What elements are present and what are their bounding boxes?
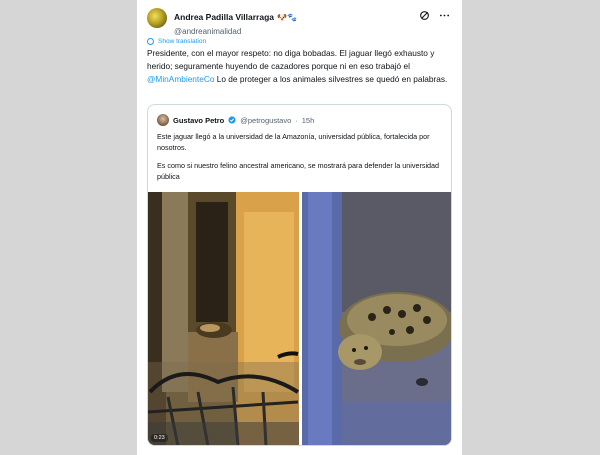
quote-text: Este jaguar llegó a la universidad de la…: [157, 132, 442, 190]
author-display-name[interactable]: Andrea Padilla Villarraga: [174, 12, 274, 22]
quote-handle[interactable]: @petrogustavo: [240, 116, 291, 125]
header-actions: [418, 9, 450, 21]
quote-separator: ·: [295, 115, 298, 125]
author-handle[interactable]: @andreanimalidad: [174, 27, 297, 36]
author-emoji: 🐶🐾: [277, 13, 297, 22]
left-gutter: [0, 0, 137, 455]
quote-avatar[interactable]: [157, 114, 169, 126]
quote-header: Gustavo Petro @petrogustavo · 15h: [157, 114, 314, 126]
tweet-text-part1: Presidente, con el mayor respeto: no dig…: [147, 48, 435, 71]
grok-icon[interactable]: [418, 9, 430, 21]
quote-display-name[interactable]: Gustavo Petro: [173, 116, 224, 125]
mention-link[interactable]: @MinAmbienteCo: [147, 74, 214, 84]
avatar[interactable]: [147, 8, 167, 28]
video-timestamp: 0:23: [151, 434, 168, 442]
quote-media[interactable]: 0:23: [148, 192, 451, 445]
media-image-jaguar[interactable]: [302, 192, 451, 445]
tweet-header: Andrea Padilla Villarraga 🐶🐾 @andreanimal…: [147, 6, 452, 36]
verified-badge-icon: [228, 116, 236, 124]
show-translation-label: Show translation: [158, 38, 207, 45]
right-gutter: [462, 0, 600, 455]
tweet-text-part2: Lo de proteger a los animales silvestres…: [214, 74, 448, 84]
show-translation-link[interactable]: Show translation: [147, 38, 206, 45]
tweet-text: Presidente, con el mayor respeto: no dig…: [147, 47, 452, 86]
more-icon[interactable]: [438, 9, 450, 21]
quote-paragraph-1: Este jaguar llegó a la universidad de la…: [157, 132, 430, 152]
media-image-corridor[interactable]: 0:23: [148, 192, 299, 445]
quote-paragraph-2: Es como si nuestro felino ancestral amer…: [157, 161, 440, 181]
author-names: Andrea Padilla Villarraga 🐶🐾 @andreanimal…: [174, 7, 297, 36]
tweet-card[interactable]: Andrea Padilla Villarraga 🐶🐾 @andreanimal…: [137, 0, 462, 455]
globe-icon: [147, 38, 154, 45]
quote-time[interactable]: 15h: [302, 116, 315, 125]
quoted-tweet[interactable]: Gustavo Petro @petrogustavo · 15h Este j…: [147, 104, 452, 446]
